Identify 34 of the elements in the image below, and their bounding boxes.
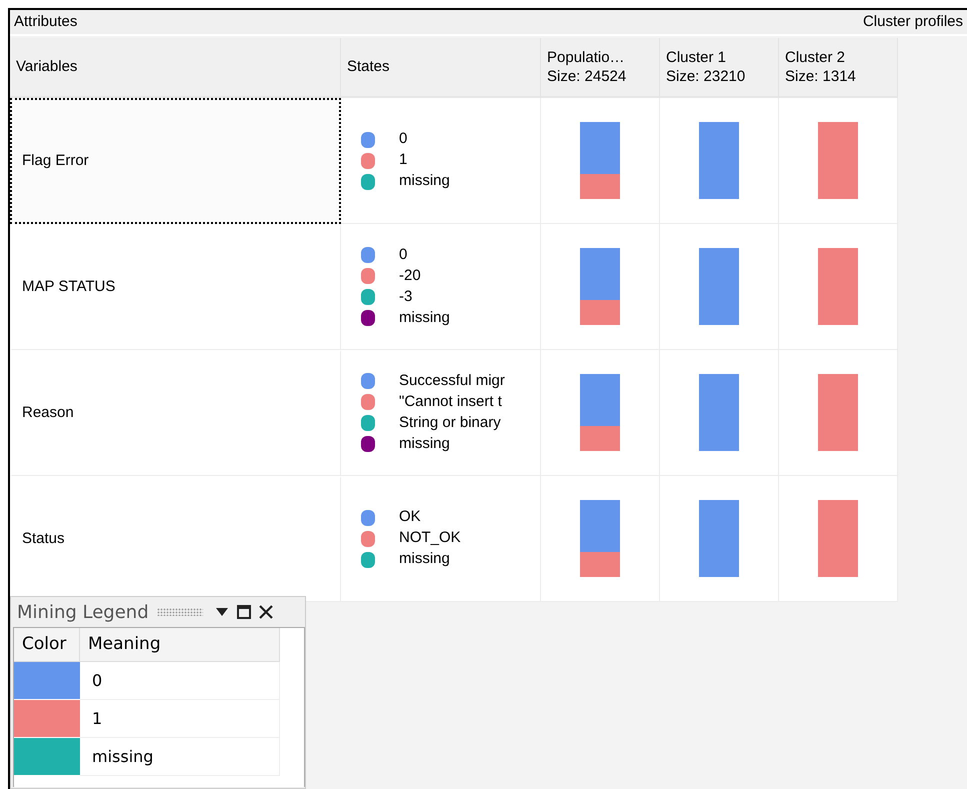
header-label: Cluster 1 [666,48,728,67]
header-label: Size: 1314 [785,67,857,86]
column-header[interactable]: Color [14,628,80,662]
variable-cell[interactable]: Flag Error [10,98,341,224]
variable-cell[interactable]: MAP STATUS [10,224,341,350]
state-label: OK [399,507,421,528]
state-label: String or binary [399,412,501,433]
header-label: Size: 23210 [666,67,746,86]
header-label: States [347,57,391,77]
state-label: -20 [399,266,421,286]
state-label: -3 [399,286,412,307]
legend-cell: 1 [80,700,280,738]
column-header[interactable]: Meaning [80,628,280,662]
state-label: missing [399,549,450,570]
header-label: Populatio… [547,48,626,67]
state-label: Successful migr [399,370,505,391]
header-label: Cluster 2 [785,48,846,67]
state-label: missing [399,308,450,328]
state-label: missing [399,171,450,192]
state-label: "Cannot insert t [399,392,502,412]
legend-cell: missing [80,738,280,776]
header-label: Variables [16,57,78,77]
panel-title: Cluster profiles [862,12,963,32]
state-label: 0 [399,129,408,150]
variable-cell[interactable]: Reason [10,350,341,476]
state-label: 0 [399,244,408,265]
header-label: Size: 24524 [547,67,628,86]
legend-cell: 0 [80,662,280,700]
panel-title: Attributes [14,12,78,32]
grip-icon[interactable] [156,608,203,616]
state-label: missing [399,434,450,454]
legend-title: Mining Legend [17,600,149,624]
state-label: NOT_OK [399,528,461,548]
state-label: 1 [399,150,408,170]
